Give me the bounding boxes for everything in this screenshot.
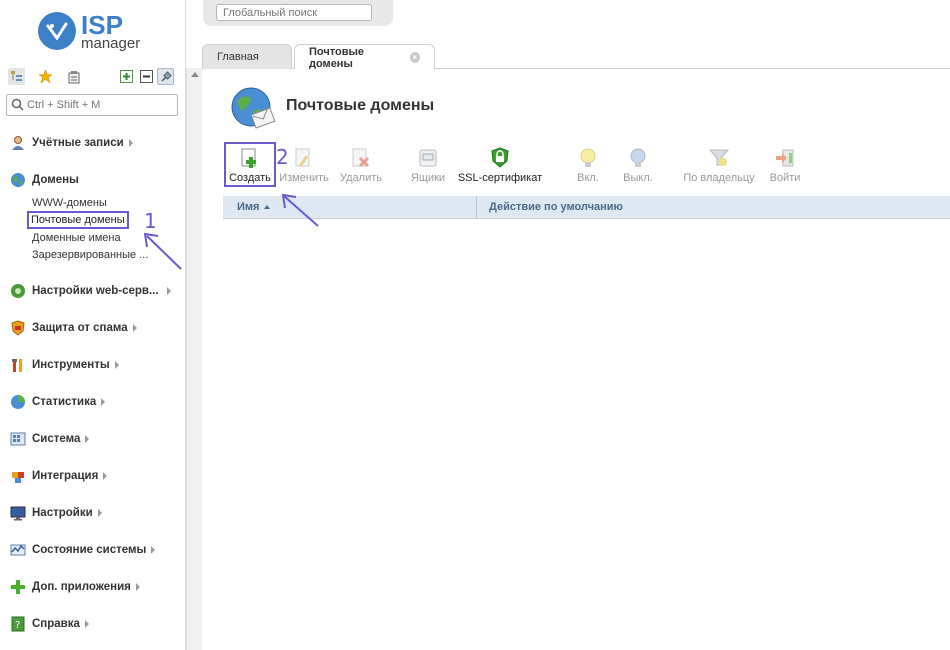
clipboard-icon[interactable] [65, 68, 82, 85]
menu-domains[interactable]: Домены [10, 171, 79, 189]
column-divider[interactable] [476, 196, 477, 219]
chevron-right-icon [97, 509, 102, 517]
table-header: Имя Действие по умолчанию [223, 196, 950, 219]
disable-button[interactable]: Выкл. [608, 147, 668, 187]
tab-mail-domains[interactable]: Почтовые домены × [294, 44, 435, 70]
chevron-right-icon [166, 287, 171, 295]
monitor-settings-icon [10, 505, 26, 521]
menu-web-settings[interactable]: Настройки web-серв... [10, 282, 171, 300]
tools-icon [10, 357, 26, 373]
system-icon [10, 431, 26, 447]
menu-statistics[interactable]: Статистика [10, 393, 106, 411]
annotation-box-create [224, 142, 276, 187]
ssl-certificate-button[interactable]: SSL-сертификат [455, 147, 545, 187]
column-header-name[interactable]: Имя [237, 196, 271, 219]
delete-doc-icon [350, 147, 372, 169]
login-button[interactable]: Войти [755, 147, 815, 187]
page-title: Почтовые домены [286, 97, 435, 114]
chevron-right-icon [128, 139, 133, 147]
chevron-right-icon [132, 324, 137, 332]
pin-icon[interactable] [157, 68, 174, 85]
submenu-domain-names[interactable]: Доменные имена [32, 232, 121, 244]
submenu-mail-domains[interactable]: Почтовые домены [27, 211, 129, 229]
logo-product: manager [81, 35, 141, 52]
menu-tools[interactable]: Инструменты [10, 356, 119, 374]
column-header-default-action[interactable]: Действие по умолчанию [489, 196, 623, 219]
menu-help[interactable]: ? Справка [10, 615, 89, 633]
chevron-right-icon [84, 620, 89, 628]
top-search-bar [203, 0, 393, 26]
search-icon [11, 98, 24, 114]
user-icon [10, 135, 26, 151]
chevron-right-icon [103, 472, 108, 480]
sidebar-search-input[interactable] [27, 97, 175, 113]
sidebar-search[interactable] [6, 94, 178, 116]
svg-text:?: ? [15, 620, 20, 631]
filter-by-owner-button[interactable]: По владельцу [681, 147, 757, 187]
logo[interactable]: ISP manager [38, 10, 158, 54]
chevron-right-icon [101, 398, 106, 406]
scroll-up-icon[interactable] [191, 72, 199, 77]
edit-doc-icon [293, 147, 315, 169]
mailboxes-button[interactable]: Ящики [398, 147, 458, 187]
web-settings-icon [10, 283, 26, 299]
graph-icon [10, 542, 26, 558]
chevron-right-icon [135, 583, 140, 591]
global-search[interactable] [216, 4, 372, 21]
chevron-right-icon [114, 361, 119, 369]
pie-chart-icon [10, 394, 26, 410]
menu-accounts[interactable]: Учётные записи [10, 134, 133, 152]
sidebar-toolbar [8, 68, 178, 86]
puzzle-icon [10, 468, 26, 484]
help-icon: ? [10, 616, 26, 632]
annotation-number-1: 1 [144, 209, 157, 233]
submenu-www-domains[interactable]: WWW-домены [32, 197, 107, 209]
submenu-reserved[interactable]: Зарезервированные ... [32, 249, 148, 261]
main-content: Почтовые домены Создать Изменить Удалить [203, 69, 950, 650]
global-search-input[interactable] [217, 5, 371, 20]
logo-mark-icon [38, 12, 76, 50]
spam-shield-icon [10, 320, 26, 336]
menu-addons[interactable]: Доп. приложения [10, 578, 140, 596]
sort-asc-icon [264, 205, 271, 210]
close-tab-icon[interactable]: × [409, 52, 420, 63]
menu-system[interactable]: Система [10, 430, 90, 448]
menu-settings[interactable]: Настройки [10, 504, 102, 522]
tab-home[interactable]: Главная [202, 44, 292, 69]
mailbox-icon [417, 147, 439, 169]
menu-spam[interactable]: Защита от спама [10, 319, 137, 337]
app-window: ISP manager Ctrl + Shift + M Учётные зап… [0, 0, 950, 650]
menu-system-status[interactable]: Состояние системы [10, 541, 156, 559]
bulb-on-icon [577, 147, 599, 169]
tab-bar: Главная Почтовые домены × [186, 42, 950, 70]
favorites-star-icon[interactable] [37, 68, 54, 85]
sidebar-scrollbar[interactable] [186, 68, 202, 650]
delete-button[interactable]: Удалить [331, 147, 391, 187]
expand-all-icon[interactable] [118, 68, 135, 85]
mail-globe-icon [229, 85, 279, 138]
plus-icon [10, 579, 26, 595]
chevron-right-icon [151, 546, 156, 554]
ssl-lock-icon [489, 147, 511, 169]
menu-integration[interactable]: Интеграция [10, 467, 108, 485]
annotation-number-2: 2 [276, 145, 289, 169]
chevron-right-icon [85, 435, 90, 443]
collapse-all-icon[interactable] [138, 68, 155, 85]
bulb-off-icon [627, 147, 649, 169]
globe-icon [10, 172, 26, 188]
login-icon [774, 147, 796, 169]
sidebar: ISP manager Ctrl + Shift + M Учётные зап… [0, 0, 186, 650]
tree-view-icon[interactable] [8, 68, 25, 85]
filter-owner-icon [708, 147, 730, 169]
